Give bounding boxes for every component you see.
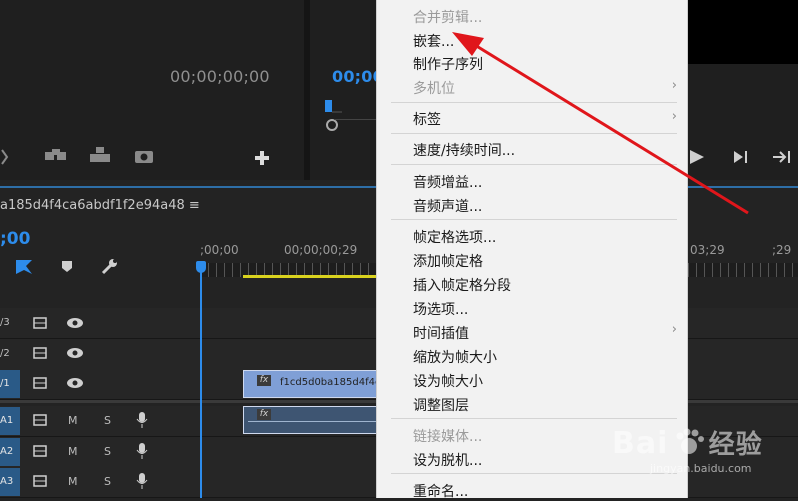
- timeline-timecode[interactable]: ;00: [0, 229, 30, 249]
- menu-separator: [391, 418, 677, 419]
- video-clip[interactable]: fx f1cd5d0ba185d4f4ca: [243, 370, 379, 398]
- sync-lock-icon[interactable]: [33, 316, 49, 330]
- playhead-line[interactable]: [200, 262, 202, 498]
- submenu-chevron-icon: ›: [671, 322, 677, 337]
- sequence-tab[interactable]: a185d4f4ca6abdf1f2e94a48 ≡: [0, 198, 200, 213]
- sync-lock-icon[interactable]: [33, 346, 49, 360]
- menu-separator: [391, 473, 677, 474]
- overwrite-icon[interactable]: [88, 146, 112, 164]
- add-button-icon[interactable]: [254, 150, 270, 166]
- menu-item-insert-frame-hold-segment[interactable]: 插入帧定格分段: [413, 275, 511, 295]
- track-label-a3[interactable]: A3: [0, 468, 20, 496]
- work-area-bar[interactable]: [243, 275, 379, 278]
- wrench-icon[interactable]: [100, 258, 118, 276]
- watermark-url: jingyan.baidu.com: [650, 462, 752, 475]
- eye-icon[interactable]: [66, 377, 84, 389]
- paw-icon: [676, 428, 704, 454]
- audio-waveform-line: [248, 421, 376, 422]
- menu-item-time-interpolation[interactable]: 时间插值: [413, 323, 469, 343]
- menu-item-set-to-frame-size[interactable]: 设为帧大小: [413, 371, 483, 391]
- sync-lock-icon[interactable]: [33, 474, 49, 488]
- fx-badge: fx: [257, 409, 271, 420]
- ruler-label-start: ;00;00: [200, 243, 239, 257]
- playhead-handle[interactable]: [196, 261, 206, 273]
- menu-item-add-frame-hold[interactable]: 添加帧定格: [413, 251, 483, 271]
- ruler-label-end: ;29: [772, 243, 792, 257]
- mute-button[interactable]: M: [68, 475, 78, 488]
- sync-lock-icon[interactable]: [33, 413, 49, 427]
- source-timecode[interactable]: 00;00;00;00: [170, 67, 270, 86]
- insert-icon[interactable]: [44, 148, 68, 164]
- track-label-v2[interactable]: /2: [0, 340, 20, 368]
- fx-badge: fx: [257, 375, 271, 386]
- eye-icon[interactable]: [66, 347, 84, 359]
- track-label-v1[interactable]: /1: [0, 370, 20, 398]
- eye-icon[interactable]: [66, 317, 84, 329]
- microphone-icon[interactable]: [136, 472, 148, 490]
- go-to-out-icon[interactable]: [772, 148, 796, 166]
- export-frame-icon[interactable]: [134, 148, 154, 164]
- track-label-a2[interactable]: A2: [0, 438, 20, 466]
- clip-name: f1cd5d0ba185d4f4ca: [280, 377, 378, 388]
- track-label-a1[interactable]: A1: [0, 407, 20, 435]
- menu-item-scale-to-frame-size[interactable]: 缩放为帧大小: [413, 347, 497, 367]
- menu-item-field-options[interactable]: 场选项...: [413, 299, 468, 319]
- sync-lock-icon[interactable]: [33, 444, 49, 458]
- add-marker-icon[interactable]: [60, 260, 74, 274]
- menu-item-rename[interactable]: 重命名...: [413, 481, 468, 501]
- microphone-icon[interactable]: [136, 411, 148, 429]
- menu-item-adjustment-layer[interactable]: 调整图层: [413, 395, 469, 415]
- watermark-brand2: 经验: [708, 430, 763, 460]
- mute-button[interactable]: M: [68, 445, 78, 458]
- mark-out-icon[interactable]: [0, 148, 10, 166]
- menu-item-link-media[interactable]: 链接媒体...: [413, 426, 482, 446]
- audio-clip[interactable]: fx: [243, 406, 379, 434]
- ruler-label-3-29: 03;29: [690, 243, 725, 257]
- track-label-v3[interactable]: /3: [0, 309, 20, 337]
- microphone-icon[interactable]: [136, 442, 148, 460]
- menu-item-label[interactable]: 标签: [413, 109, 441, 129]
- watermark-logo: Bai 经验: [612, 424, 763, 461]
- solo-button[interactable]: S: [104, 414, 111, 427]
- ruler-label-29: 00;00;00;29: [284, 243, 358, 257]
- menu-item-frame-hold-options[interactable]: 帧定格选项...: [413, 227, 496, 247]
- watermark-brand: Bai: [612, 426, 669, 461]
- solo-button[interactable]: S: [104, 445, 111, 458]
- sync-lock-icon[interactable]: [33, 376, 49, 390]
- program-playhead-icon[interactable]: [322, 98, 342, 134]
- annotation-arrow: [452, 32, 749, 215]
- snap-icon[interactable]: [14, 258, 34, 276]
- mute-button[interactable]: M: [68, 414, 78, 427]
- solo-button[interactable]: S: [104, 475, 111, 488]
- menu-item-make-offline[interactable]: 设为脱机...: [413, 450, 482, 470]
